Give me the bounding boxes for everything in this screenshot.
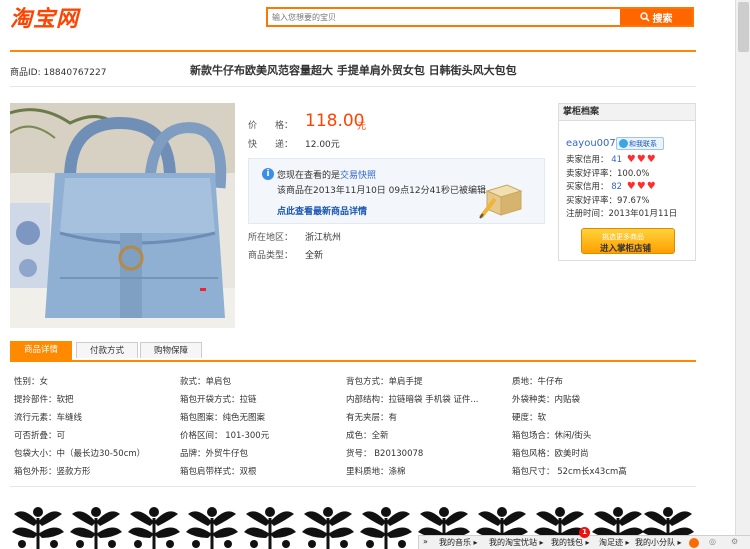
- express-value: 12.00元: [305, 140, 340, 150]
- tab-payment[interactable]: 付款方式: [76, 342, 138, 358]
- notification-badge: 1: [579, 527, 590, 538]
- seller-profile: 掌柜档案 eayou007 和我联系 卖家信用： 41 ♥ ♥ ♥ 卖家好评率：10…: [558, 103, 696, 261]
- seller-name[interactable]: eayou007: [566, 138, 616, 149]
- detail-tabs: 商品详情 付款方式 购物保障: [10, 340, 696, 362]
- package-pencil-icon: [479, 184, 523, 219]
- attribute: 箱包尺寸： 52cm长x43cm高: [512, 467, 627, 477]
- attribute: 流行元素：车缝线: [14, 413, 83, 423]
- attribute: 款式：单肩包: [180, 377, 232, 387]
- search-bar: 搜索: [266, 7, 694, 27]
- attribute: 提拎部件：软把: [14, 395, 74, 405]
- attribute: 价格区间： 101-300元: [180, 431, 270, 441]
- bottom-toolbar: » 我的音乐 ▸ 我的淘宝忧站 ▸ 我的钱包 ▸ 1 淘足迹 ▸ 我的小分队 ▸…: [418, 527, 750, 549]
- product-image[interactable]: [10, 103, 235, 328]
- header-divider: [10, 50, 696, 52]
- attribute: 品牌：外贸牛仔包: [180, 449, 249, 459]
- price-value: 118.00: [305, 111, 365, 131]
- snapshot-notice: i 您现在查看的是交易快照 该商品在2013年11月10日 09点12分41秒已…: [248, 158, 545, 224]
- attribute: 箱包外形：竖款方形: [14, 467, 91, 477]
- attribute: 箱包图案：纯色无图案: [180, 413, 266, 423]
- vertical-scrollbar[interactable]: [735, 0, 750, 549]
- heart-rating-icon: ♥ ♥ ♥: [626, 180, 656, 192]
- toolbar-station[interactable]: 我的淘宝忧站 ▸: [489, 537, 544, 548]
- heart-rating-icon: ♥ ♥ ♥: [626, 153, 656, 165]
- attribute: 箱包风格：欧美时尚: [512, 449, 589, 459]
- attribute: 成色：全新: [346, 431, 389, 441]
- attribute: 有无夹层：有: [346, 413, 398, 423]
- buyer-credit: 买家信用： 82 ♥ ♥ ♥: [566, 180, 656, 192]
- attribute: 箱包肩带样式：双根: [180, 467, 257, 477]
- attribute: 硬度：软: [512, 413, 547, 423]
- toolbar-team[interactable]: 我的小分队 ▸: [635, 537, 682, 548]
- condition-label: 商品类型：: [248, 251, 294, 261]
- seller-credit: 卖家信用： 41 ♥ ♥ ♥: [566, 153, 656, 165]
- register-date: 注册时间：2013年01月11日: [566, 209, 678, 219]
- attribute: 货号： B20130078: [346, 449, 424, 459]
- item-id: 商品ID: 18840767227: [10, 68, 107, 78]
- info-icon: i: [262, 168, 274, 180]
- attribute: 箱包场合：休闲/街头: [512, 431, 592, 441]
- attribute: 可否折叠：可: [14, 431, 66, 441]
- attribute: 性别：女: [14, 377, 49, 387]
- search-input[interactable]: [268, 9, 620, 25]
- title-divider: [10, 86, 696, 87]
- wangwang-icon: [619, 139, 628, 148]
- price-label: 价 格：: [248, 121, 294, 131]
- attribute: 外袋种类：内贴袋: [512, 395, 581, 405]
- condition-value: 全新: [305, 251, 324, 261]
- attribute: 质地：牛仔布: [512, 377, 564, 387]
- express-label: 快 递：: [248, 140, 294, 150]
- seller-heading: 掌柜档案: [559, 104, 695, 121]
- toolbar-footprint[interactable]: 淘足迹 ▸: [599, 537, 630, 548]
- search-icon: [639, 12, 650, 22]
- attribute: 里料质地：涤棉: [346, 467, 406, 477]
- buyer-rating: 买家好评率：97.67%: [566, 196, 650, 206]
- expand-icon[interactable]: »: [423, 537, 428, 546]
- snapshot-link[interactable]: 交易快照: [340, 171, 376, 181]
- contact-seller-button[interactable]: 和我联系: [616, 137, 664, 150]
- scrollbar-thumb[interactable]: [738, 2, 749, 52]
- attribute: 包袋大小：中（最长边30-50cm）: [14, 449, 146, 459]
- chat-icon[interactable]: ◎: [709, 537, 716, 546]
- attribute: 内部结构：拉链暗袋 手机袋 证件...: [346, 395, 479, 405]
- tab-guarantee[interactable]: 购物保障: [140, 342, 202, 358]
- settings-icon[interactable]: ⚙: [731, 537, 738, 546]
- attribute-table: 性别：女 款式：单肩包 背包方式：单肩手提 质地：牛仔布 提拎部件：软把 箱包开…: [10, 367, 696, 487]
- attribute: 背包方式：单肩手提: [346, 377, 423, 387]
- price-unit: 元: [357, 122, 367, 132]
- seller-rating: 卖家好评率：100.0%: [566, 169, 650, 179]
- toolbar-music[interactable]: 我的音乐 ▸: [439, 537, 478, 548]
- attribute: 箱包开袋方式：拉链: [180, 395, 257, 405]
- taobao-logo[interactable]: 淘宝网: [10, 3, 79, 32]
- toolbar-wallet[interactable]: 我的钱包 ▸: [551, 537, 590, 548]
- edit-notice: 该商品在2013年11月10日 09点12分41秒已被编辑。: [277, 186, 496, 196]
- page: 淘宝网 搜索 商品ID: 18840767227 新款牛仔布欧美风范容量超大 手…: [0, 0, 735, 549]
- item-title: 新款牛仔布欧美风范容量超大 手提单肩外贸女包 日韩街头风大包包: [190, 64, 517, 77]
- taobao-icon[interactable]: [689, 538, 699, 548]
- view-latest-link[interactable]: 点此查看最新商品详情: [277, 204, 367, 217]
- enter-shop-button[interactable]: 挑选更多商品 进入掌柜店铺: [581, 228, 675, 254]
- tab-details[interactable]: 商品详情: [10, 341, 72, 360]
- search-button[interactable]: 搜索: [620, 9, 692, 25]
- location-label: 所在地区：: [248, 233, 294, 243]
- location-value: 浙江杭州: [305, 233, 342, 243]
